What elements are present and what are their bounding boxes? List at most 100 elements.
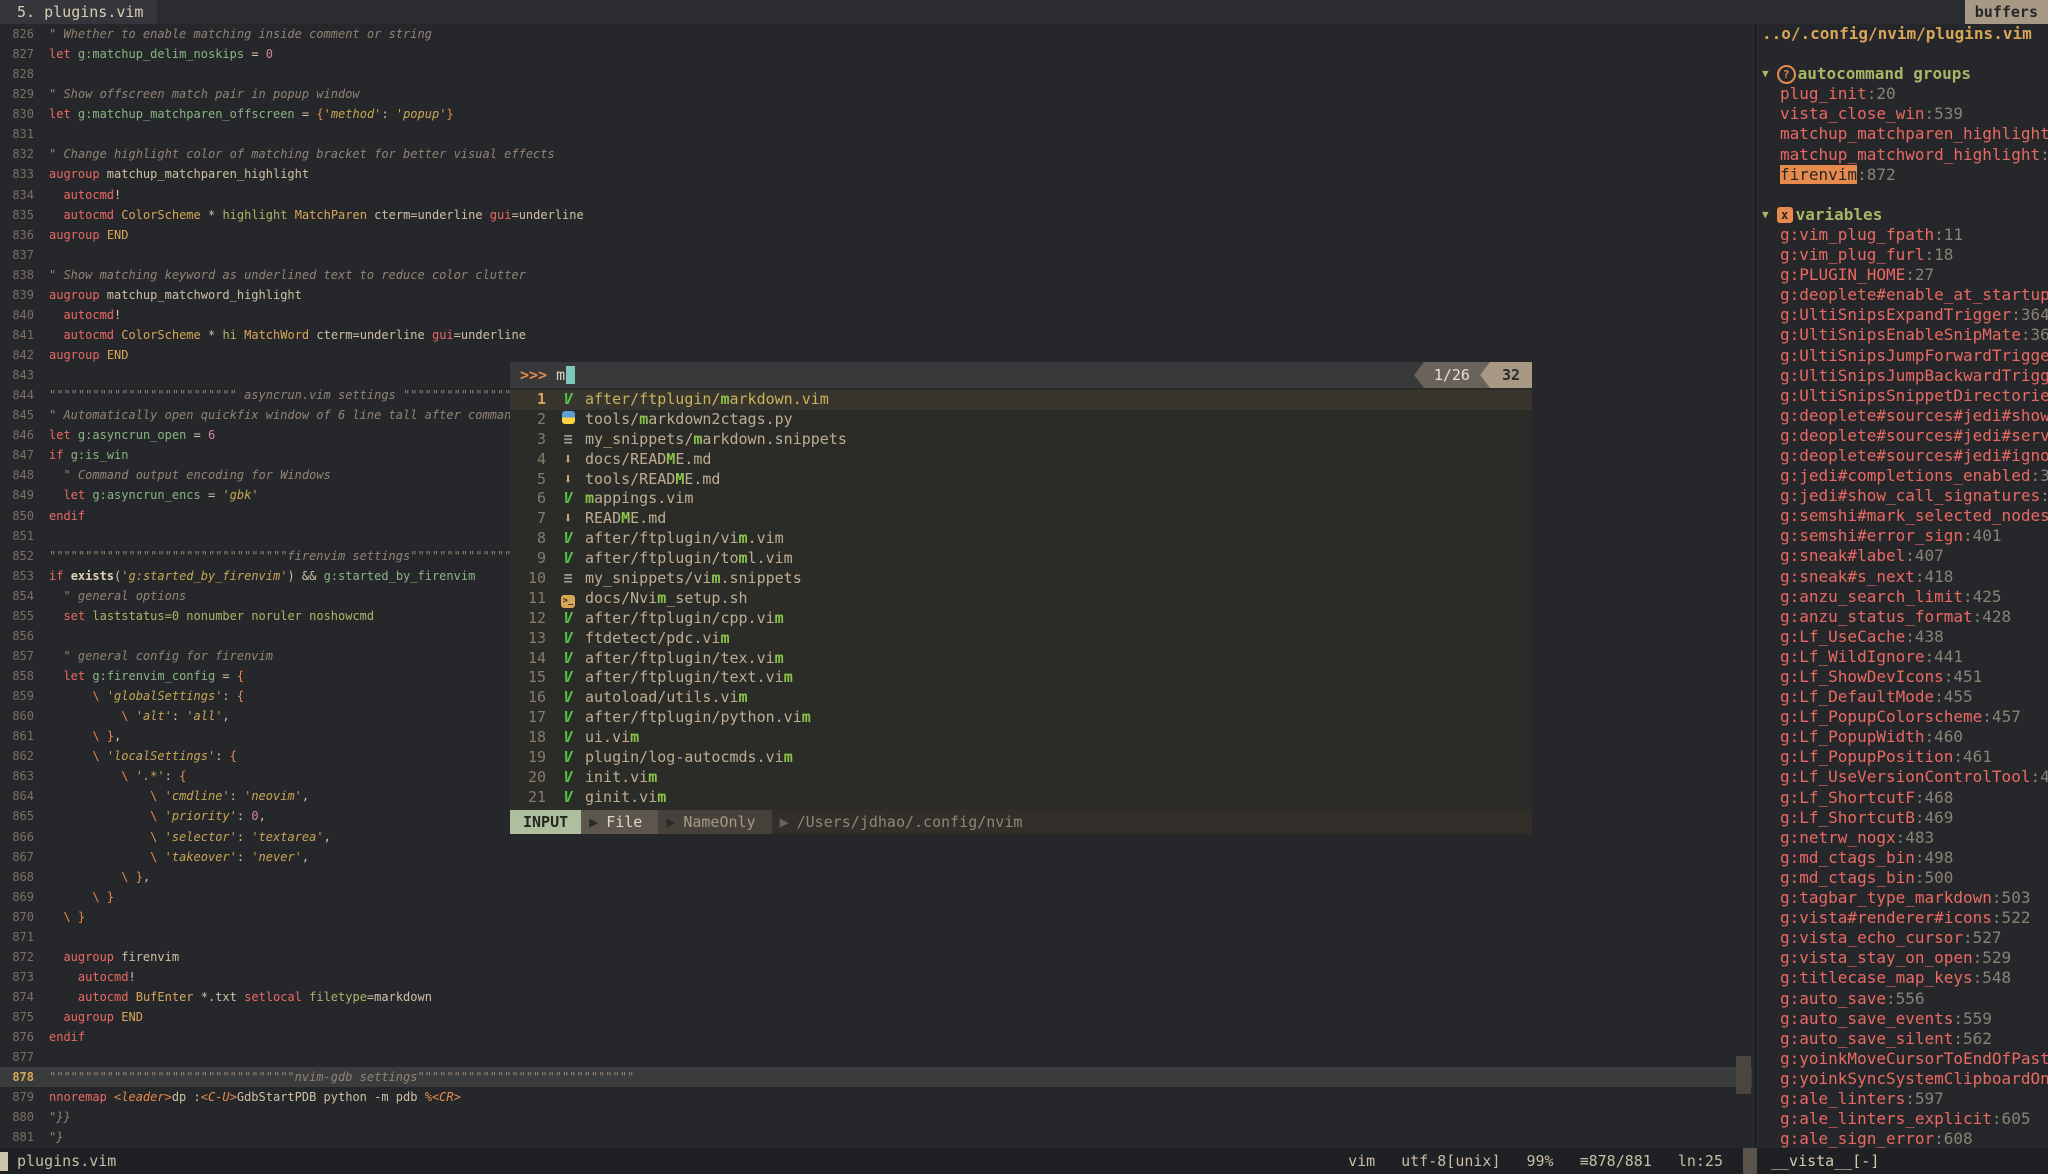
sidebar-item[interactable]: matchup_matchword_highlight:839 bbox=[1756, 145, 2048, 165]
sidebar-item[interactable]: g:vim_plug_fpath:11 bbox=[1756, 225, 2048, 245]
buffers-label[interactable]: buffers bbox=[1965, 0, 2048, 24]
sidebar-item[interactable]: g:deoplete#sources#jedi#server_timeout:3… bbox=[1756, 426, 2048, 446]
sidebar-item[interactable]: g:vista_stay_on_open:529 bbox=[1756, 948, 2048, 968]
sidebar-item[interactable]: matchup_matchparen_highlight:833 bbox=[1756, 124, 2048, 144]
sidebar-section-header[interactable]: ▼xvariables bbox=[1756, 205, 2048, 225]
code-line[interactable]: 874 autocmd BufEnter *.txt setlocal file… bbox=[0, 987, 1752, 1007]
sidebar-item[interactable]: g:yoinkMoveCursorToEndOfPaste:575 bbox=[1756, 1049, 2048, 1069]
sidebar-item[interactable]: g:auto_save_silent:562 bbox=[1756, 1029, 2048, 1049]
sidebar-item[interactable]: g:UltiSnipsSnippetDirectories:368 bbox=[1756, 386, 2048, 406]
popup-file-row[interactable]: 6Vmappings.vim bbox=[510, 489, 1532, 509]
code-line[interactable]: 879nnoremap <leader>dp :<C-U>GdbStartPDB… bbox=[0, 1087, 1752, 1107]
sidebar-item[interactable]: g:titlecase_map_keys:548 bbox=[1756, 968, 2048, 988]
sidebar-item[interactable]: plug_init:20 bbox=[1756, 84, 2048, 104]
code-line[interactable]: 872 augroup firenvim bbox=[0, 947, 1752, 967]
sidebar-item[interactable]: g:jedi#show_call_signatures:382 bbox=[1756, 486, 2048, 506]
popup-file-row[interactable]: 2tools/markdown2ctags.py bbox=[510, 410, 1532, 430]
code-line[interactable]: 841 autocmd ColorScheme * hi MatchWord c… bbox=[0, 325, 1752, 345]
code-line[interactable]: 876endif bbox=[0, 1027, 1752, 1047]
popup-file-row[interactable]: 15Vafter/ftplugin/text.vim bbox=[510, 668, 1532, 688]
popup-file-row[interactable]: 11>_docs/Nvim_setup.sh bbox=[510, 589, 1532, 609]
popup-file-row[interactable]: 12Vafter/ftplugin/cpp.vim bbox=[510, 609, 1532, 629]
code-line[interactable]: 826" Whether to enable matching inside c… bbox=[0, 24, 1752, 44]
code-line[interactable]: 838" Show matching keyword as underlined… bbox=[0, 265, 1752, 285]
sidebar-item[interactable]: g:semshi#error_sign:401 bbox=[1756, 526, 2048, 546]
sidebar-item[interactable]: g:vista#renderer#icons:522 bbox=[1756, 908, 2048, 928]
sidebar-item[interactable]: g:auto_save_events:559 bbox=[1756, 1009, 2048, 1029]
code-line[interactable]: 835 autocmd ColorScheme * highlight Matc… bbox=[0, 205, 1752, 225]
sidebar-item[interactable]: g:sneak#label:407 bbox=[1756, 546, 2048, 566]
sidebar-item[interactable]: g:anzu_search_limit:425 bbox=[1756, 587, 2048, 607]
sidebar-item[interactable]: g:Lf_PopupWidth:460 bbox=[1756, 727, 2048, 747]
code-line[interactable]: 837 bbox=[0, 245, 1752, 265]
popup-file-row[interactable]: 16Vautoload/utils.vim bbox=[510, 688, 1532, 708]
code-line[interactable]: 867 \ 'takeover': 'never', bbox=[0, 847, 1752, 867]
sidebar-item[interactable]: g:deoplete#sources#jedi#show_docstring:3… bbox=[1756, 406, 2048, 426]
code-line[interactable]: 869 \ } bbox=[0, 887, 1752, 907]
popup-file-row[interactable]: 4⬇docs/README.md bbox=[510, 450, 1532, 470]
popup-file-row[interactable]: 17Vafter/ftplugin/python.vim bbox=[510, 708, 1532, 728]
popup-file-row[interactable]: 8Vafter/ftplugin/vim.vim bbox=[510, 529, 1532, 549]
popup-file-row[interactable]: 18Vui.vim bbox=[510, 728, 1532, 748]
code-line[interactable]: 839augroup matchup_matchword_highlight bbox=[0, 285, 1752, 305]
popup-file-row[interactable]: 9Vafter/ftplugin/toml.vim bbox=[510, 549, 1532, 569]
sidebar-item[interactable]: g:vim_plug_furl:18 bbox=[1756, 245, 2048, 265]
collapse-arrow-icon[interactable]: ▼ bbox=[1762, 64, 1769, 84]
scrollbar-thumb[interactable] bbox=[1736, 1056, 1751, 1094]
code-line[interactable]: 833augroup matchup_matchparen_highlight bbox=[0, 164, 1752, 184]
sidebar-item[interactable]: g:UltiSnipsJumpBackwardTrigger:367 bbox=[1756, 366, 2048, 386]
sidebar-item[interactable]: g:netrw_nogx:483 bbox=[1756, 828, 2048, 848]
popup-file-row[interactable]: 21Vginit.vim bbox=[510, 788, 1532, 808]
code-line[interactable]: 878""""""""""""""""""""""""""""""""""nvi… bbox=[0, 1067, 1752, 1087]
sidebar-item[interactable]: g:md_ctags_bin:500 bbox=[1756, 868, 2048, 888]
sidebar-item[interactable]: g:tagbar_type_markdown:503 bbox=[1756, 888, 2048, 908]
sidebar-item[interactable]: g:UltiSnipsExpandTrigger:364 bbox=[1756, 305, 2048, 325]
sidebar-item[interactable]: g:md_ctags_bin:498 bbox=[1756, 848, 2048, 868]
sidebar-item[interactable]: g:yoinkSyncSystemClipboardOnFocus:580 bbox=[1756, 1069, 2048, 1089]
sidebar-item[interactable]: g:sneak#s_next:418 bbox=[1756, 567, 2048, 587]
sidebar-item[interactable]: g:UltiSnipsEnableSnipMate:365 bbox=[1756, 325, 2048, 345]
sidebar-item[interactable]: g:anzu_status_format:428 bbox=[1756, 607, 2048, 627]
popup-file-row[interactable]: 13Vftdetect/pdc.vim bbox=[510, 629, 1532, 649]
code-line[interactable]: 875 augroup END bbox=[0, 1007, 1752, 1027]
code-line[interactable]: 832" Change highlight color of matching … bbox=[0, 144, 1752, 164]
tab-plugins-vim[interactable]: 5. plugins.vim bbox=[0, 0, 157, 24]
code-line[interactable]: 828 bbox=[0, 64, 1752, 84]
code-line[interactable]: 868 \ }, bbox=[0, 867, 1752, 887]
sidebar-item[interactable]: g:Lf_UseCache:438 bbox=[1756, 627, 2048, 647]
sidebar-item[interactable]: g:Lf_PopupColorscheme:457 bbox=[1756, 707, 2048, 727]
code-line[interactable]: 870 \ } bbox=[0, 907, 1752, 927]
code-line[interactable]: 873 autocmd! bbox=[0, 967, 1752, 987]
code-line[interactable]: 834 autocmd! bbox=[0, 185, 1752, 205]
sidebar-item[interactable]: g:Lf_WildIgnore:441 bbox=[1756, 647, 2048, 667]
popup-file-row[interactable]: 5⬇tools/README.md bbox=[510, 470, 1532, 490]
sidebar-item[interactable]: g:ale_sign_error:608 bbox=[1756, 1129, 2048, 1148]
sidebar-item[interactable]: g:auto_save:556 bbox=[1756, 989, 2048, 1009]
code-line[interactable]: 831 bbox=[0, 124, 1752, 144]
sidebar-item[interactable]: vista_close_win:539 bbox=[1756, 104, 2048, 124]
sidebar-section-header[interactable]: ▼?autocommand groups bbox=[1756, 64, 2048, 84]
code-line[interactable]: 881"} bbox=[0, 1127, 1752, 1147]
code-line[interactable]: 840 autocmd! bbox=[0, 305, 1752, 325]
sidebar-item[interactable]: g:Lf_PopupPosition:461 bbox=[1756, 747, 2048, 767]
sidebar-item[interactable]: g:Lf_ShortcutB:469 bbox=[1756, 808, 2048, 828]
popup-file-row[interactable]: 20Vinit.vim bbox=[510, 768, 1532, 788]
sidebar-item[interactable]: g:UltiSnipsJumpForwardTrigger:366 bbox=[1756, 346, 2048, 366]
collapse-arrow-icon[interactable]: ▼ bbox=[1762, 205, 1769, 225]
code-line[interactable]: 836augroup END bbox=[0, 225, 1752, 245]
code-line[interactable]: 830let g:matchup_matchparen_offscreen = … bbox=[0, 104, 1752, 124]
sidebar-item[interactable]: g:jedi#completions_enabled:381 bbox=[1756, 466, 2048, 486]
popup-file-row[interactable]: 1Vafter/ftplugin/markdown.vim bbox=[510, 390, 1532, 410]
sidebar-item[interactable]: g:Lf_UseVersionControlTool:464 bbox=[1756, 767, 2048, 787]
sidebar-item[interactable]: g:semshi#mark_selected_nodes:400 bbox=[1756, 506, 2048, 526]
sidebar-item[interactable]: firenvim:872 bbox=[1756, 165, 2048, 185]
sidebar-item[interactable]: g:Lf_DefaultMode:455 bbox=[1756, 687, 2048, 707]
code-line[interactable]: 877 bbox=[0, 1047, 1752, 1067]
code-line[interactable]: 871 bbox=[0, 927, 1752, 947]
sidebar-item[interactable]: g:deoplete#sources#jedi#ignore_errors:37… bbox=[1756, 446, 2048, 466]
popup-file-row[interactable]: 7⬇README.md bbox=[510, 509, 1532, 529]
popup-file-row[interactable]: 10≡my_snippets/vim.snippets bbox=[510, 569, 1532, 589]
sidebar-item[interactable]: g:ale_linters_explicit:605 bbox=[1756, 1109, 2048, 1129]
popup-file-row[interactable]: 14Vafter/ftplugin/tex.vim bbox=[510, 649, 1532, 669]
popup-file-row[interactable]: 19Vplugin/log-autocmds.vim bbox=[510, 748, 1532, 768]
